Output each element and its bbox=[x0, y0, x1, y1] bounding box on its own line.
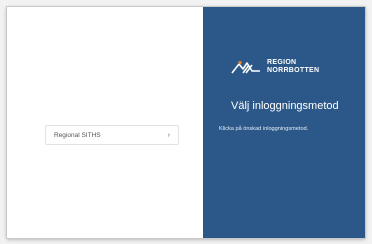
region-norrbotten-logo: REGION NORRBOTTEN bbox=[231, 59, 319, 75]
login-method-siths-button[interactable]: Regional SITHS › bbox=[45, 125, 179, 145]
instruction-text: Klicka på önskad inloggningsmetod. bbox=[219, 126, 309, 132]
login-method-label: Regional SITHS bbox=[54, 131, 101, 139]
chevron-right-icon: › bbox=[167, 131, 170, 139]
info-panel: REGION NORRBOTTEN Välj inloggningsmetod … bbox=[203, 7, 365, 238]
logo-line-region: REGION bbox=[267, 59, 297, 66]
page-title: Välj inloggningsmetod bbox=[231, 100, 339, 112]
login-methods-pane: Regional SITHS › bbox=[7, 7, 203, 238]
login-window: Regional SITHS › REGION NORRBOTTEN Välj … bbox=[7, 7, 365, 238]
mountain-logo-icon bbox=[231, 60, 260, 74]
logo-text: REGION NORRBOTTEN bbox=[267, 59, 319, 75]
logo-line-norrbotten: NORRBOTTEN bbox=[267, 67, 320, 74]
